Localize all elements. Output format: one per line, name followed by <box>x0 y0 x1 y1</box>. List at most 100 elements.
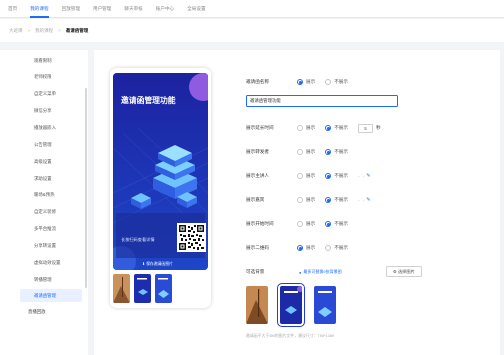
sidebar-item[interactable]: 公告管理 <box>20 138 82 151</box>
thumbnail-brown-image <box>113 274 130 303</box>
sidebar-item[interactable]: 直播回放 <box>8 305 70 318</box>
radio-label: 不展示 <box>334 79 348 84</box>
row-invitation-name: 邀请函名称 展示 不展示 <box>246 75 358 89</box>
row-show-start-time: 展示开始时间 展示 不展示 <box>246 217 358 231</box>
duration-seconds-input[interactable]: 5 <box>358 123 373 133</box>
background-option-blue-selected[interactable] <box>277 283 305 327</box>
sidebar-item[interactable]: 播放器嵌入 <box>20 121 82 134</box>
radio-lecturer-show[interactable]: 展示 <box>297 173 315 179</box>
top-nav: 首页 我的课程 回放管理 用户管理 聊天审核 账户中心 全局设置 <box>0 0 504 18</box>
sidebar-item[interactable]: 微信分享 <box>20 104 82 117</box>
label-background: 可选背景 <box>246 269 265 274</box>
breadcrumb-item[interactable]: 我的课程 <box>35 28 53 34</box>
row-show-forwarder: 展示转发者 展示 不展示 <box>246 145 358 159</box>
radio-dot-checked <box>325 173 332 179</box>
sidebar-item[interactable]: 老师权限 <box>20 70 82 83</box>
radio-label: 展示 <box>306 245 316 250</box>
radio-duration-hide[interactable]: 不展示 <box>325 125 348 131</box>
radio-dot-checked <box>297 79 303 85</box>
background-option-brown[interactable] <box>246 286 268 324</box>
nav-users[interactable]: 用户管理 <box>93 0 111 18</box>
choose-image-button[interactable]: ⚙ 选择图片 <box>386 265 422 277</box>
radio-dot <box>297 221 303 227</box>
radio-label: 展示 <box>306 197 316 202</box>
background-option-blue[interactable] <box>314 286 336 324</box>
radio-dot <box>325 79 332 85</box>
label-show-guest: 展示嘉宾 <box>246 197 265 202</box>
phone-preview: 邀请函管理功能 长按扫码查看详情 ⬇ 保存邀请函图片 <box>110 68 211 308</box>
row-show-guest: 展示嘉宾 展示 不展示 - - ✎ <box>246 193 371 207</box>
edit-pencil-icon[interactable]: ✎ <box>366 197 370 203</box>
radio-name-show[interactable]: 展示 <box>297 79 315 85</box>
sidebar-item-invitation[interactable]: 邀请函管理 <box>20 289 82 302</box>
row-show-qr: 展示二维码 展示 不展示 <box>246 241 358 255</box>
background-hint: 最多可替换9张背景图 <box>303 269 342 274</box>
choose-image-label: 选择图片 <box>397 268 415 274</box>
label-show-lecturer: 展示主讲人 <box>246 173 269 178</box>
radio-start-hide[interactable]: 不展示 <box>325 221 348 227</box>
row-display-duration: 展示延长时间 展示 不展示 5 秒 <box>246 121 381 135</box>
nav-home[interactable]: 首页 <box>8 0 17 18</box>
invitation-name-input[interactable]: 邀请函管理功能 <box>246 95 398 107</box>
radio-label: 展示 <box>306 125 316 130</box>
background-blue-1-image <box>280 286 302 324</box>
label-show-qr: 展示二维码 <box>246 245 269 250</box>
thumbnail-blue-2[interactable] <box>155 274 172 303</box>
radio-forwarder-show[interactable]: 展示 <box>297 149 315 155</box>
radio-dot <box>297 149 303 155</box>
nav-chat-review[interactable]: 聊天审核 <box>124 0 142 18</box>
breadcrumb-item[interactable]: 大班课 <box>9 28 23 34</box>
poster-title: 邀请函管理功能 <box>121 96 176 105</box>
radio-qr-hide[interactable]: 不展示 <box>325 245 348 251</box>
thumbnail-brown[interactable] <box>113 274 130 303</box>
radio-dot-checked <box>325 149 332 155</box>
label-show-start-time: 展示开始时间 <box>246 221 274 226</box>
sidebar-item[interactable]: 转播管理 <box>20 273 82 286</box>
radio-name-hide[interactable]: 不展示 <box>325 79 348 85</box>
invitation-poster: 邀请函管理功能 长按扫码查看详情 ⬇ 保存邀请函图片 <box>113 73 208 270</box>
sidebar-item[interactable]: 分享转设置 <box>20 239 82 252</box>
background-options <box>246 283 336 327</box>
preview-thumbnails <box>113 274 172 303</box>
nav-my-courses[interactable]: 我的课程 <box>30 0 49 18</box>
breadcrumb-current: 邀请函管理 <box>65 27 89 33</box>
sidebar-item[interactable]: 自定义装修 <box>20 205 82 218</box>
sidebar-item[interactable]: 虚拟动效设置 <box>20 256 82 269</box>
sidebar-item[interactable]: 自定义菜单 <box>20 87 82 100</box>
radio-forwarder-hide[interactable]: 不展示 <box>325 149 348 155</box>
qr-code-graphic <box>179 225 204 250</box>
label-show-forwarder: 展示转发者 <box>246 149 269 154</box>
label-display-duration: 展示延长时间 <box>246 125 274 130</box>
sidebar-item[interactable]: 求助设置 <box>20 172 82 185</box>
main-panel: 邀请函管理功能 长按扫码查看详情 ⬇ 保存邀请函图片 邀请函名称 展示 不展示 … <box>94 50 500 355</box>
gear-icon: ⚙ <box>393 268 397 274</box>
sidebar-item[interactable]: 多平台推流 <box>20 222 82 235</box>
radio-label: 不展示 <box>334 245 348 250</box>
radio-label: 展示 <box>306 79 316 84</box>
edit-pencil-icon[interactable]: ✎ <box>366 173 370 179</box>
qr-code <box>177 223 206 252</box>
radio-dot-checked <box>325 221 332 227</box>
thumbnail-blue-1[interactable] <box>134 274 151 303</box>
nav-replay[interactable]: 回放管理 <box>62 0 80 18</box>
radio-lecturer-hide[interactable]: 不展示 <box>325 173 348 179</box>
info-icon: ● <box>299 269 302 275</box>
radio-start-show[interactable]: 展示 <box>297 221 315 227</box>
radio-guest-hide[interactable]: 不展示 <box>325 197 348 203</box>
nav-global-settings[interactable]: 全局设置 <box>187 0 205 18</box>
nav-account[interactable]: 账户中心 <box>156 0 174 18</box>
radio-label: 不展示 <box>334 173 348 178</box>
breadcrumb-separator: > <box>58 28 61 33</box>
sidebar-scrollbar[interactable] <box>85 88 87 288</box>
radio-qr-show[interactable]: 展示 <box>297 245 315 251</box>
sidebar-item[interactable]: 暖场&预热 <box>20 188 82 201</box>
radio-label: 不展示 <box>334 221 348 226</box>
save-invitation-button[interactable]: ⬇ 保存邀请函图片 <box>142 261 173 267</box>
radio-duration-show[interactable]: 展示 <box>297 125 315 131</box>
lecturer-value: - - <box>358 173 366 179</box>
radio-guest-show[interactable]: 展示 <box>297 197 315 203</box>
background-brown-image <box>246 286 268 324</box>
row-background: 可选背景 ● 最多可替换9张背景图 ⚙ 选择图片 <box>246 265 486 279</box>
sidebar-item[interactable]: 高级设置 <box>20 155 82 168</box>
sidebar-item[interactable]: 观看限制 <box>20 54 82 67</box>
